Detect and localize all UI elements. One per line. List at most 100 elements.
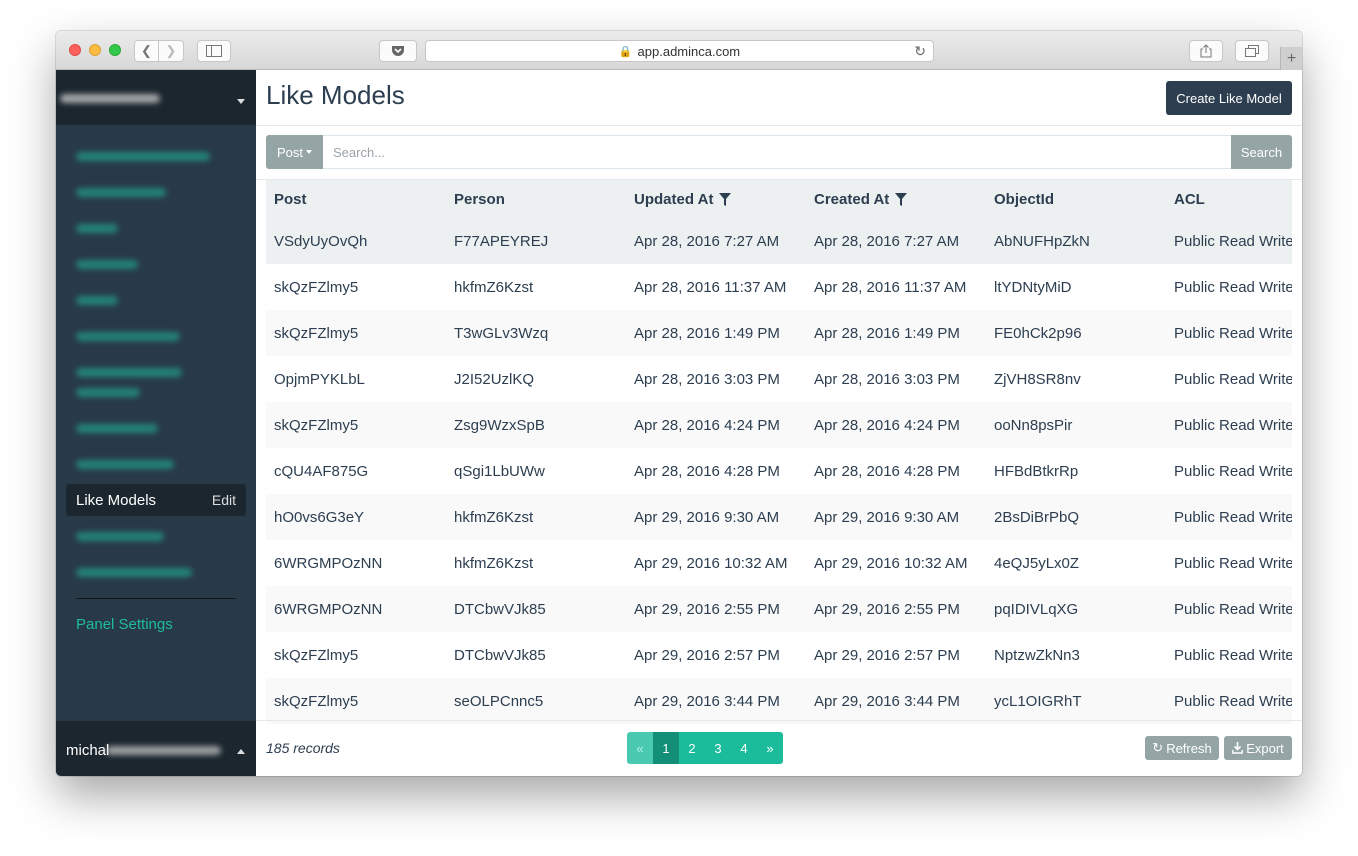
column-header-post[interactable]: Post [266,191,446,208]
edit-link[interactable]: Edit [212,492,236,508]
show-tabs-button[interactable] [1235,40,1269,62]
column-header-objectid[interactable]: ObjectId [986,191,1166,208]
filter-icon[interactable] [719,192,732,207]
filter-field-dropdown[interactable]: Post [266,135,323,169]
table-row[interactable]: 6WRGMPOzNN hkfmZ6Kzst Apr 29, 2016 10:32 A… [266,540,1292,586]
close-window-button[interactable] [69,44,81,56]
table-cell-acl: Public Read Write [1174,462,1292,480]
table-cell-person: Zsg9WzxSpB [454,416,545,434]
sidebar-item-redacted[interactable] [76,332,180,341]
table-cell-created-at: Apr 28, 2016 4:28 PM [814,462,960,480]
sidebar-item-redacted[interactable] [76,152,210,161]
table-cell-acl: Public Read Write [1174,692,1292,710]
record-count: 185 records [266,740,340,756]
table-cell-objectid: ycL1OIGRhT [994,692,1082,710]
pagination-page-4[interactable]: 4 [731,732,757,764]
table-row[interactable]: 6WRGMPOzNN DTCbwVJk85 Apr 29, 2016 2:55 PM… [266,586,1292,632]
table-row[interactable]: skQzFZlmy5 Zsg9WzxSpB Apr 28, 2016 4:24 PM… [266,402,1292,448]
back-button[interactable]: ❮ [134,40,159,62]
pagination-page-1[interactable]: 1 [653,732,679,764]
refresh-label: Refresh [1166,740,1212,756]
pagination-next[interactable]: » [757,732,783,764]
forward-button[interactable]: ❯ [159,40,184,62]
column-header-acl[interactable]: ACL [1166,191,1292,208]
user-name: michal [66,742,110,759]
new-tab-button[interactable]: + [1280,47,1302,70]
address-bar[interactable]: 🔒 app.adminca.com ↻ [425,40,934,62]
sidebar-item-redacted[interactable] [76,368,182,377]
table-cell-created-at: Apr 29, 2016 2:55 PM [814,600,960,618]
pocket-button[interactable] [379,40,417,62]
pagination-page-2[interactable]: 2 [679,732,705,764]
column-header-updated-at[interactable]: Updated At [626,191,806,208]
user-menu[interactable]: michal [56,721,256,776]
table-cell-acl: Public Read Write [1174,646,1292,664]
table-cell-updated-at: Apr 28, 2016 11:37 AM [634,278,787,296]
table-cell-created-at: Apr 28, 2016 3:03 PM [814,370,960,388]
sidebar-item-redacted[interactable] [76,532,164,541]
sidebar-item-redacted[interactable] [76,224,118,233]
panel-settings-link[interactable]: Panel Settings [76,616,173,633]
table-cell-post: skQzFZlmy5 [274,416,359,434]
app-selector[interactable] [56,70,256,125]
reload-icon[interactable]: ↻ [914,43,926,60]
table-cell-acl: Public Read Write [1174,324,1292,342]
sidebar-divider [76,598,236,599]
table-cell-updated-at: Apr 29, 2016 9:30 AM [634,508,780,526]
sidebar-item-redacted[interactable] [76,568,192,577]
refresh-button[interactable]: ↻ Refresh [1145,736,1219,760]
table-cell-post: hO0vs6G3eY [274,508,365,526]
search-input[interactable] [323,135,1231,169]
share-button[interactable] [1189,40,1223,62]
table-cell-objectid: pqIDIVLqXG [994,600,1079,618]
table-row[interactable]: skQzFZlmy5 T3wGLv3Wzq Apr 28, 2016 1:49 PM… [266,310,1292,356]
download-icon [1232,742,1244,754]
table-row[interactable]: skQzFZlmy5 seOLPCnnc5 Apr 29, 2016 3:44 PM… [266,678,1292,724]
table-row[interactable]: VSdyUyOvQh F77APEYREJ Apr 28, 2016 7:27 AM… [266,218,1292,264]
sidebar-item-redacted[interactable] [76,424,158,433]
table-row[interactable]: skQzFZlmy5 hkfmZ6Kzst Apr 28, 2016 11:37 A… [266,264,1292,310]
sidebar-item-redacted[interactable] [76,260,138,269]
table-cell-objectid: 4eQJ5yLx0Z [994,554,1080,572]
sidebar-item-redacted[interactable] [76,188,166,197]
sidebar-item-redacted[interactable] [76,460,174,469]
table-cell-person: hkfmZ6Kzst [454,554,534,572]
share-icon [1200,44,1212,58]
table-row[interactable]: hO0vs6G3eY hkfmZ6Kzst Apr 29, 2016 9:30 AM… [266,494,1292,540]
url-text: app.adminca.com [637,43,741,59]
table-cell-acl: Public Read Write [1174,232,1292,250]
filter-field-label: Post [276,144,303,160]
create-like-model-button[interactable]: Create Like Model [1166,81,1292,115]
header-divider [256,125,1302,126]
sidebar-item-redacted [76,388,140,397]
export-label: Export [1246,740,1284,756]
table-cell-objectid: HFBdBtkrRp [994,462,1079,480]
table-row[interactable]: cQU4AF875G qSgi1LbUWw Apr 28, 2016 4:28 PM… [266,448,1292,494]
table-cell-person: J2I52UzlKQ [454,370,535,388]
table-cell-updated-at: Apr 28, 2016 1:49 PM [634,324,780,342]
pagination-prev[interactable]: « [627,732,653,764]
sidebar-toggle-button[interactable] [197,40,231,62]
pagination-page-3[interactable]: 3 [705,732,731,764]
table-cell-acl: Public Read Write [1174,600,1292,618]
column-header-created-at[interactable]: Created At [806,191,986,208]
main-content: Like Models Create Like Model Post Searc… [256,70,1302,776]
export-button[interactable]: Export [1224,736,1292,760]
column-header-person[interactable]: Person [446,191,626,208]
pagination: « 1 2 3 4 » [627,732,783,764]
sidebar-item-redacted[interactable] [76,296,118,305]
table-row[interactable]: skQzFZlmy5 DTCbwVJk85 Apr 29, 2016 2:57 PM… [266,632,1292,678]
table-cell-created-at: Apr 28, 2016 7:27 AM [814,232,960,250]
table-row[interactable]: OpjmPYKLbL J2I52UzlKQ Apr 28, 2016 3:03 PM… [266,356,1292,402]
table-cell-post: skQzFZlmy5 [274,646,359,664]
table-cell-person: DTCbwVJk85 [454,600,546,618]
zoom-window-button[interactable] [109,44,121,56]
sidebar-item-like-models[interactable]: Like Models Edit [66,484,246,516]
table-cell-person: qSgi1LbUWw [454,462,545,480]
search-button[interactable]: Search [1231,135,1292,169]
minimize-window-button[interactable] [89,44,101,56]
table-cell-acl: Public Read Write [1174,554,1292,572]
filter-icon[interactable] [895,192,908,207]
table-cell-objectid: AbNUFHpZkN [994,232,1090,250]
table-cell-acl: Public Read Write [1174,508,1292,526]
